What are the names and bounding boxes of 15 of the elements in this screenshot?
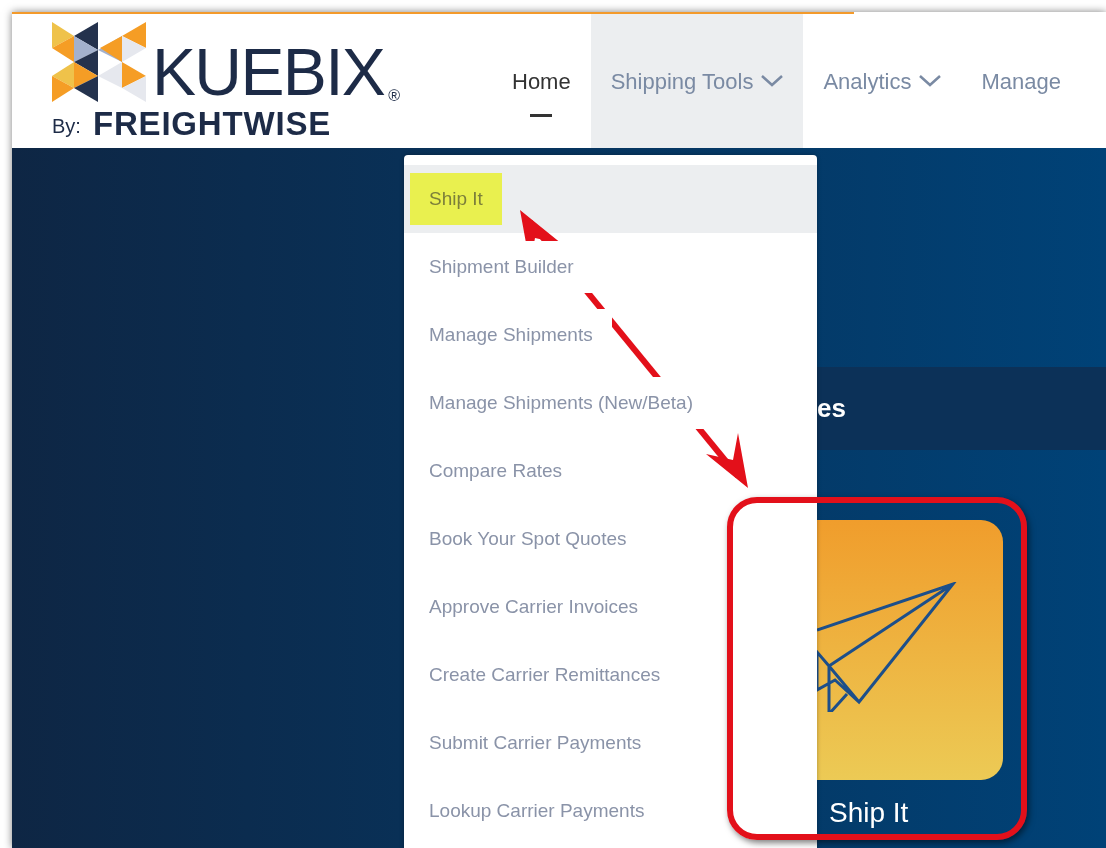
registered-mark: ® xyxy=(388,86,400,106)
ship-it-tile[interactable] xyxy=(817,520,1003,780)
tile-label: Ship It xyxy=(829,796,910,830)
logo-icon xyxy=(52,22,148,102)
nav-tab[interactable]: Shipping Tools xyxy=(590,14,804,148)
menu-item[interactable]: Ship It xyxy=(404,165,817,233)
section-heading: es xyxy=(817,392,846,425)
logo-company: FREIGHTWISE xyxy=(92,110,332,138)
active-underline xyxy=(530,114,553,117)
logo-by: By: xyxy=(52,114,81,138)
chevron-down-icon xyxy=(761,75,784,87)
menu-item-label: Ship It xyxy=(410,172,502,226)
chevron-down-icon xyxy=(919,75,942,87)
logo-name: KUEBIX xyxy=(152,42,385,102)
paper-plane-icon xyxy=(817,582,957,712)
